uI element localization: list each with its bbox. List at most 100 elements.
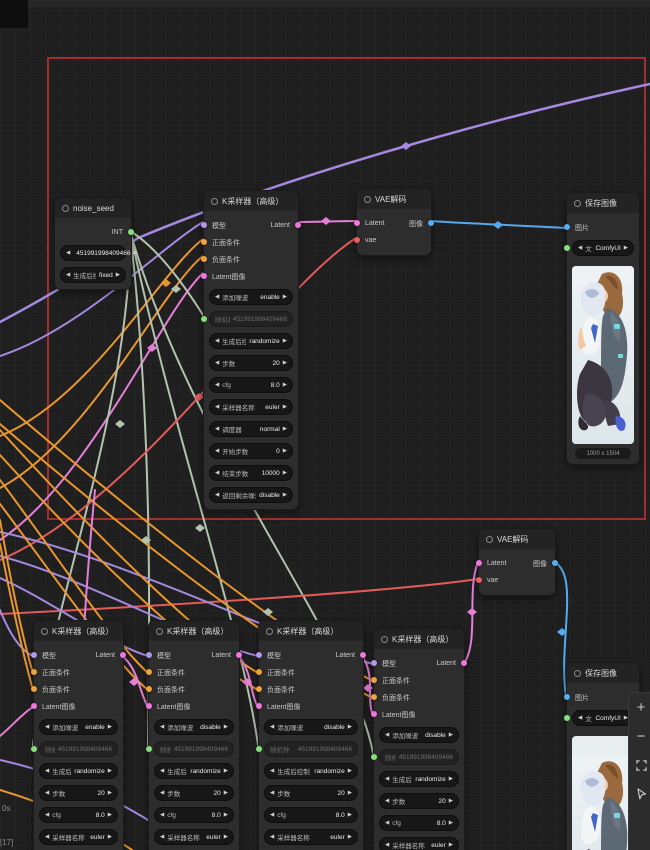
widget-随机种[interactable]: 随机种451991998409466 [264,741,358,757]
increment-arrow-icon[interactable]: ▶ [449,776,453,782]
increment-arrow-icon[interactable]: ▶ [283,338,287,344]
widget-v...[interactable]: ◀v...451991998409466▶ [60,245,126,261]
input-slot-dot[interactable] [476,577,482,583]
input-slot-dot[interactable] [354,220,360,226]
widget-cfg[interactable]: ◀cfg8.0▶ [379,815,459,831]
increment-arrow-icon[interactable]: ▶ [348,724,352,730]
widget-采样器名称[interactable]: ◀采样器名称euler▶ [379,837,459,850]
link-midpoint-diamond[interactable] [115,420,125,428]
increment-arrow-icon[interactable]: ▶ [283,426,287,432]
link-midpoint-diamond[interactable] [321,217,331,225]
wire-latent[interactable] [0,707,33,736]
input-slot-dot[interactable] [256,652,262,658]
widget-随机种[interactable]: 随机种451991998409466 [379,749,459,765]
widget-步数[interactable]: ◀步数20▶ [379,793,459,809]
widget-input-dot[interactable] [31,746,37,752]
input-slot-dot[interactable] [371,677,377,683]
input-slot-dot[interactable] [256,669,262,675]
increment-arrow-icon[interactable]: ▶ [108,768,112,774]
node-titlebar[interactable]: K采样器（高级） [204,191,298,211]
increment-arrow-icon[interactable]: ▶ [283,382,287,388]
output-slot-dot[interactable] [120,652,126,658]
increment-arrow-icon[interactable]: ▶ [283,404,287,410]
decrement-arrow-icon[interactable]: ◀ [45,724,49,730]
increment-arrow-icon[interactable]: ▶ [348,768,352,774]
decrement-arrow-icon[interactable]: ◀ [160,790,164,796]
widget-采样器名称[interactable]: ◀采样器名称euler▶ [209,399,293,415]
increment-arrow-icon[interactable]: ▶ [224,768,228,774]
widget-生成后控制[interactable]: ◀生成后控制randomize▶ [209,333,293,349]
wire-cond[interactable] [0,544,33,690]
decrement-arrow-icon[interactable]: ◀ [66,272,70,278]
input-slot-dot[interactable] [146,686,152,692]
widget-调度器[interactable]: ◀调度器normal▶ [209,421,293,437]
decrement-arrow-icon[interactable]: ◀ [66,250,70,256]
widget-input-dot[interactable] [564,715,570,721]
increment-arrow-icon[interactable]: ▶ [283,492,287,498]
widget-随机种[interactable]: 随机种451991998409466 [209,311,293,327]
zoom-in-button[interactable]: + [633,699,649,715]
input-slot-dot[interactable] [201,273,207,279]
collapse-dot-icon[interactable] [381,636,388,643]
input-slot-dot[interactable] [371,660,377,666]
widget-input-dot[interactable] [564,245,570,251]
collapse-dot-icon[interactable] [156,628,163,635]
node-graph-canvas[interactable]: noise_seed INT ◀v...451991998409466▶◀生成后… [0,0,650,850]
decrement-arrow-icon[interactable]: ◀ [385,732,389,738]
input-slot-dot[interactable] [201,256,207,262]
widget-生成后控制[interactable]: ◀生成后控制randomize▶ [154,763,234,779]
widget-添加噪波[interactable]: ◀添加噪波enable▶ [39,719,118,735]
decrement-arrow-icon[interactable]: ◀ [215,470,219,476]
node-titlebar[interactable]: 保存图像 [567,663,639,683]
zoom-out-button[interactable]: − [633,728,649,744]
input-slot-dot[interactable] [31,686,37,692]
node-titlebar[interactable]: 保存图像 [567,193,639,213]
node-titlebar[interactable]: VAE解码 [357,189,431,209]
decrement-arrow-icon[interactable]: ◀ [270,790,274,796]
node-save-image-top[interactable]: 保存图像 图片 ◀文件名前缀ComfyUI▶ [566,192,640,465]
widget-cfg[interactable]: ◀cfg8.0▶ [39,807,118,823]
input-slot-dot[interactable] [201,239,207,245]
increment-arrow-icon[interactable]: ▶ [283,470,287,476]
increment-arrow-icon[interactable]: ▶ [108,812,112,818]
node-ksampler-advanced-b4[interactable]: K采样器（高级） 模型Latent正面条件负面条件Latent图像 ◀添加噪波d… [373,628,465,850]
widget-cfg[interactable]: ◀cfg8.0▶ [264,807,358,823]
link-midpoint-diamond[interactable] [467,608,477,616]
increment-arrow-icon[interactable]: ▶ [108,790,112,796]
widget-input-dot[interactable] [201,316,207,322]
decrement-arrow-icon[interactable]: ◀ [45,768,49,774]
decrement-arrow-icon[interactable]: ◀ [578,715,582,721]
node-titlebar[interactable]: VAE解码 [479,529,555,549]
decrement-arrow-icon[interactable]: ◀ [45,834,49,840]
node-titlebar[interactable]: K采样器（高级） [259,621,363,641]
increment-arrow-icon[interactable]: ▶ [449,798,453,804]
decrement-arrow-icon[interactable]: ◀ [385,798,389,804]
widget-采样器名称[interactable]: ◀采样器名称euler▶ [39,829,118,845]
wire-vae[interactable] [0,579,478,614]
input-slot-dot[interactable] [476,560,482,566]
increment-arrow-icon[interactable]: ▶ [348,834,352,840]
collapse-dot-icon[interactable] [211,198,218,205]
link-midpoint-diamond[interactable] [195,524,205,532]
select-cursor-button[interactable] [633,786,649,802]
decrement-arrow-icon[interactable]: ◀ [45,812,49,818]
widget-步数[interactable]: ◀步数20▶ [39,785,118,801]
widget-返回剩余噪波[interactable]: ◀返回剩余噪波disable▶ [209,487,293,503]
input-slot-dot[interactable] [31,669,37,675]
fit-view-button[interactable] [633,757,649,773]
increment-arrow-icon[interactable]: ▶ [224,724,228,730]
output-slot-dot[interactable] [295,222,301,228]
widget-cfg[interactable]: ◀cfg8.0▶ [209,377,293,393]
node-ksampler-advanced-b1[interactable]: K采样器（高级） 模型Latent正面条件负面条件Latent图像 ◀添加噪波e… [33,620,124,850]
link-midpoint-diamond[interactable] [493,221,503,229]
decrement-arrow-icon[interactable]: ◀ [215,448,219,454]
widget-cfg[interactable]: ◀cfg8.0▶ [154,807,234,823]
widget-添加噪波[interactable]: ◀添加噪波disable▶ [379,727,459,743]
decrement-arrow-icon[interactable]: ◀ [160,812,164,818]
increment-arrow-icon[interactable]: ▶ [348,812,352,818]
input-slot-dot[interactable] [31,652,37,658]
node-vae-decode-top[interactable]: VAE解码 Latent图像vae [356,188,432,256]
decrement-arrow-icon[interactable]: ◀ [270,834,274,840]
output-slot-dot[interactable] [461,660,467,666]
widget-文件名前缀[interactable]: ◀文件名前缀ComfyUI▶ [572,240,634,256]
